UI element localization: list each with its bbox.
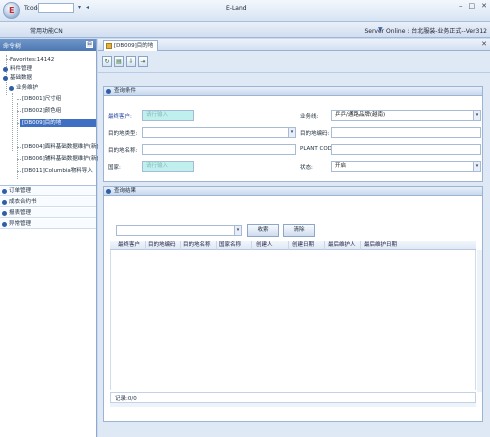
dest-type-label: 目的地类型:	[108, 131, 138, 137]
main-content: [DB009]目的地 ✕ ↻ ▤ ⇩ ⇥ 查询条件 最终客户: 请行输入 目的地…	[98, 39, 490, 437]
collapse-icon[interactable]	[106, 89, 111, 94]
tab-bar: [DB009]目的地 ✕	[98, 39, 490, 51]
sidebar-header: 命令树 ⊟	[0, 39, 96, 51]
country-field[interactable]: 请行输入	[142, 161, 194, 172]
folder-icon	[2, 211, 7, 216]
sidebar-title: 命令树	[3, 43, 22, 50]
chevron-down-icon[interactable]: ▾	[234, 226, 241, 235]
col-header-dest-name[interactable]: 目的地名称	[183, 242, 211, 249]
clear-button[interactable]: 清除	[283, 224, 315, 237]
status-select[interactable]: 开启 ▾	[331, 161, 481, 172]
dest-name-input[interactable]	[142, 144, 296, 155]
query-results-panel: 查询结果 ▾ 收索 清除 最终客户 目的地编码 目的地名称 国家名称 创建人 创…	[103, 186, 483, 422]
info-bar: 常用功能CN ▼ Server Online : 台北服装-业务正式--Ver3…	[0, 22, 490, 38]
business-line-label: 业务线:	[300, 114, 319, 120]
query-button[interactable]: 收索	[247, 224, 279, 237]
plant-code-input[interactable]	[331, 144, 481, 155]
tree-item-db009[interactable]: [DB009]目的地	[20, 119, 96, 127]
collapse-icon[interactable]	[106, 189, 111, 194]
business-line-select[interactable]: 乒乒/通路品牌(越南) ▾	[331, 110, 481, 121]
pin-icon[interactable]: ◂	[86, 4, 92, 11]
app-logo: E	[3, 2, 20, 19]
close-button[interactable]: ✕	[481, 2, 487, 10]
folder-icon	[2, 200, 7, 205]
country-label: 国家:	[108, 165, 121, 171]
exit-button[interactable]: ⇥	[138, 56, 148, 67]
tree-item-favorites[interactable]: Favorites:14142	[10, 56, 54, 64]
sidebar-section-reports[interactable]: 报表管理	[0, 208, 96, 218]
window-title: E-Land	[226, 5, 247, 12]
minimize-button[interactable]: –	[459, 2, 463, 10]
horizontal-scrollbar[interactable]	[110, 403, 476, 407]
tab-db009[interactable]: [DB009]目的地	[103, 40, 159, 51]
chevron-down-icon[interactable]: ▾	[473, 162, 480, 171]
dest-type-select[interactable]: ▾	[142, 127, 296, 138]
command-tree-sidebar: 命令树 ⊟ Favorites:14142 料件管理 基础数据 业务维护 [DB…	[0, 39, 99, 437]
query-conditions-header: 查询条件	[104, 87, 482, 96]
tree-item-db004[interactable]: [DB004]面料基础数据维护(新)	[22, 143, 99, 151]
tree-item-db002[interactable]: [DB002]颜色组	[22, 107, 61, 115]
sidebar-section-exceptions[interactable]: 异常管理	[0, 219, 96, 229]
document-icon	[106, 43, 112, 49]
status-label: 状态:	[300, 165, 313, 171]
tree-item-db011[interactable]: [DB011]Columbia物料导入	[22, 167, 93, 175]
query-conditions-panel: 查询条件 最终客户: 请行输入 目的地类型: ▾ 目的地名称: 国家: 请行输入…	[103, 86, 483, 182]
customer-label: 最终客户:	[108, 114, 132, 120]
dest-name-label: 目的地名称:	[108, 148, 138, 154]
col-header-created-date[interactable]: 创建日期	[292, 242, 314, 249]
vertical-scrollbar[interactable]	[477, 250, 482, 392]
chevron-down-icon[interactable]: ▾	[288, 128, 295, 137]
results-grid-body[interactable]	[110, 250, 476, 390]
server-status: Server Online : 台北服装-业务正式--Ver312	[364, 28, 487, 35]
chevron-down-icon[interactable]: ▾	[473, 111, 480, 120]
dest-code-label: 目的地编码:	[300, 131, 330, 137]
title-bar: E Tcode ▾ ◂ E-Land – □ ✕	[0, 0, 490, 22]
chevron-down-icon[interactable]: ▾	[78, 4, 84, 11]
tcode-input[interactable]	[38, 3, 74, 13]
col-header-last-maintain-date[interactable]: 最后维护日期	[364, 242, 397, 249]
col-header-creator[interactable]: 创建人	[256, 242, 273, 249]
record-count: 记录:0/0	[115, 396, 137, 402]
folder-icon	[9, 86, 14, 91]
tree-item-db001[interactable]: [DB001]尺寸组	[22, 95, 61, 103]
pin-icon[interactable]: ⊟	[86, 41, 93, 48]
favorites-function-menu[interactable]: 常用功能CN	[30, 26, 63, 35]
folder-icon	[3, 67, 8, 72]
save-button[interactable]: ▤	[114, 56, 124, 67]
col-header-country[interactable]: 国家名称	[219, 242, 241, 249]
folder-icon	[2, 189, 7, 194]
query-results-header: 查询结果	[104, 187, 482, 196]
customer-field[interactable]: 请行输入	[142, 110, 194, 121]
results-grid-header: 最终客户 目的地编码 目的地名称 国家名称 创建人 创建日期 最后维护人 最后维…	[110, 241, 476, 250]
tree-item-materials[interactable]: 料件管理	[10, 65, 32, 73]
folder-icon	[2, 222, 7, 227]
maximize-button[interactable]: □	[469, 2, 476, 10]
close-tab-icon[interactable]: ✕	[481, 40, 487, 48]
results-grid-footer: 记录:0/0	[110, 392, 476, 403]
command-tree: Favorites:14142 料件管理 基础数据 业务维护 [DB001]尺寸…	[0, 51, 99, 186]
col-header-last-maintainer[interactable]: 最后维护人	[328, 242, 356, 249]
tree-item-basic-data[interactable]: 基础数据	[10, 74, 32, 82]
export-button[interactable]: ⇩	[126, 56, 136, 67]
col-header-customer[interactable]: 最终客户	[118, 242, 140, 249]
result-filter-select[interactable]: ▾	[116, 225, 242, 236]
toolbar: ↻ ▤ ⇩ ⇥	[98, 51, 490, 73]
sidebar-section-contracts[interactable]: 成衣合约书	[0, 197, 96, 207]
folder-icon	[3, 76, 8, 81]
dest-code-input[interactable]	[331, 127, 481, 138]
col-header-dest-code[interactable]: 目的地编码	[148, 242, 176, 249]
refresh-button[interactable]: ↻	[102, 56, 112, 67]
sidebar-section-orders[interactable]: 订单管理	[0, 186, 96, 196]
tree-item-db006[interactable]: [DB006]辅料基础数据维护(新)	[22, 155, 99, 163]
tree-item-business-maintenance[interactable]: 业务维护	[16, 84, 38, 92]
